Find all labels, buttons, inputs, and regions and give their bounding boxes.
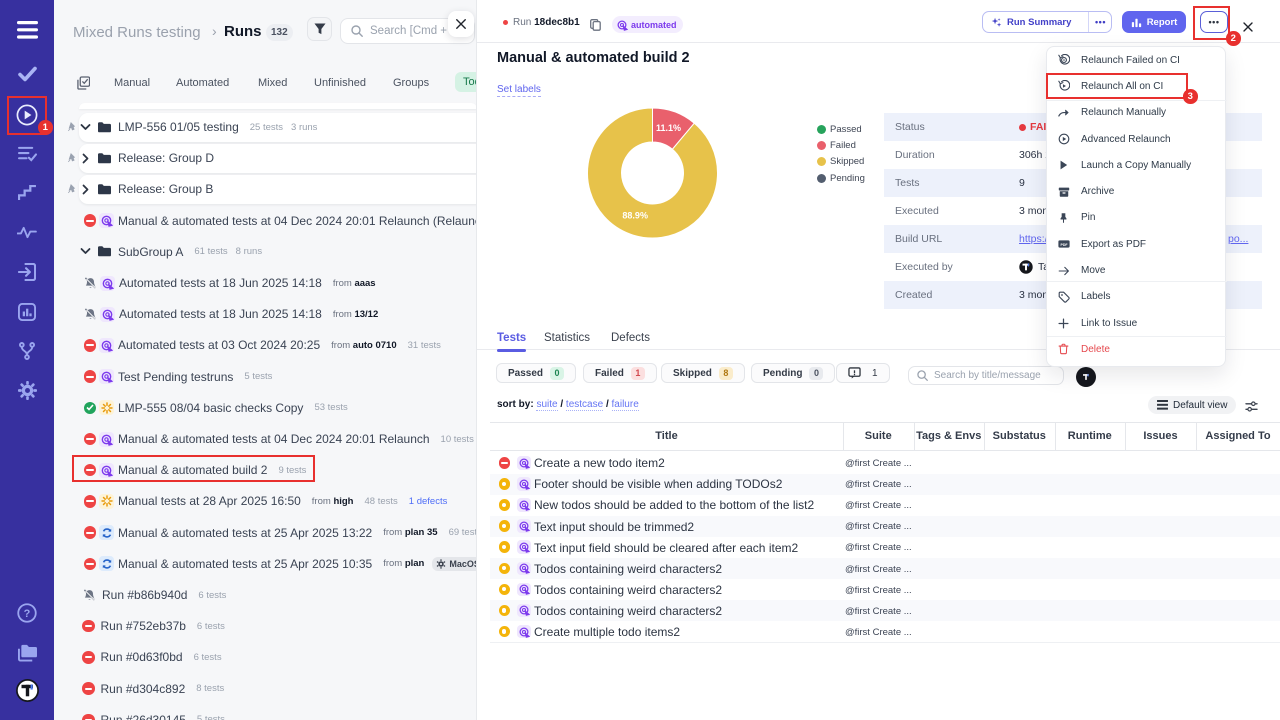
svg-text:?: ?	[24, 608, 31, 620]
svg-text:PDF: PDF	[1060, 243, 1068, 247]
svg-text:88.9%: 88.9%	[622, 211, 648, 221]
svg-text:11.1%: 11.1%	[656, 123, 681, 133]
